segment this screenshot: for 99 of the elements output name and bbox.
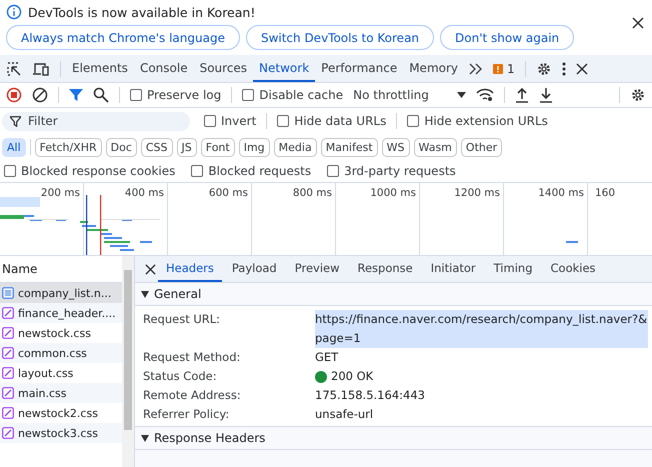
stylesheet-icon [2,347,14,359]
download-icon[interactable] [538,87,553,103]
search-icon[interactable] [93,87,109,103]
timeline-tick-label: 400 ms [124,187,164,199]
type-filter-chip[interactable]: Img [238,138,270,156]
section-title: Response Headers [154,431,266,445]
detail-tab[interactable]: Initiator [422,256,484,282]
header-name: Request Method: [143,349,242,366]
filter-option-checkbox[interactable]: Hide data URLs [277,114,386,128]
stylesheet-icon [2,307,14,319]
infobar-button[interactable]: Switch DevTools to Korean [246,25,434,50]
request-row[interactable]: common.css [0,343,122,363]
panel-tab[interactable]: Elements [66,55,134,82]
issue-icon [493,64,504,74]
column-header: Name [2,262,38,276]
header-value: 175.158.5.164:443 [315,387,426,404]
section-header[interactable]: Response Headers [135,427,652,450]
detail-tab[interactable]: Preview [286,256,348,282]
settings-icon[interactable] [536,60,552,76]
detail-tab[interactable]: Timing [486,256,540,282]
timeline-tick-label: 800 ms [292,187,332,199]
type-filter-chip[interactable]: Doc [106,138,137,156]
type-filter-chip[interactable]: CSS [140,138,173,156]
header-name: Referrer Policy: [143,406,230,423]
detail-tab[interactable]: Cookies [542,256,604,282]
header-value: https://finance.naver.com/research/company_list.naver?&page=1 [315,310,648,348]
network-conditions-icon[interactable] [476,88,494,102]
filter-option-checkbox[interactable]: Invert [204,114,256,128]
status-dot-icon [315,370,327,382]
scrollbar-thumb[interactable] [124,270,132,430]
type-filter-chip[interactable]: All [2,138,26,156]
request-row[interactable]: newstock.css [0,323,122,343]
clear-icon[interactable] [32,87,48,103]
close-icon[interactable] [576,62,588,74]
type-filter-chip[interactable]: Fetch/XHR [34,138,102,156]
close-icon[interactable] [632,17,644,29]
infobar-message: DevTools is now available in Korean! [28,4,256,20]
panel-tab[interactable]: Memory [403,55,464,82]
inspect-element-icon[interactable] [6,60,22,76]
expand-triangle-icon [141,290,149,298]
infobar-button[interactable]: Don't show again [440,25,574,50]
close-icon[interactable] [145,264,156,274]
header-value: GET [315,349,340,366]
timeline-tick-label: 1400 ms [538,187,584,199]
document-icon [2,287,14,299]
settings-icon[interactable] [630,87,646,103]
info-icon [6,4,22,20]
blocked-filter-checkbox[interactable]: Blocked requests [191,164,312,178]
detail-tab[interactable]: Response [350,256,421,282]
timeline-tick-label: 160 [594,187,615,199]
header-value: 200 OK [331,368,374,385]
type-filter-chip[interactable]: Wasm [414,138,457,156]
infobar-button[interactable]: Always match Chrome's language [6,25,240,50]
issues-counter[interactable]: 1 [493,62,515,76]
type-filter-chip[interactable]: Manifest [320,138,378,156]
type-filter-chip[interactable]: JS [176,138,197,156]
dropdown-caret-icon [456,92,466,98]
stylesheet-icon [2,387,14,399]
timeline-tick-label: 1000 ms [370,187,416,199]
preserve-log-checkbox[interactable]: Preserve log [130,88,222,102]
throttling-dropdown[interactable]: No throttling [353,88,466,102]
blocked-filter-checkbox[interactable]: 3rd-party requests [327,164,456,178]
filter-field[interactable]: Filter [2,112,190,130]
more-options-icon[interactable] [562,62,566,76]
request-row[interactable]: company_list.n... [0,283,122,303]
expand-triangle-icon [141,434,149,442]
request-row[interactable]: finance_header.... [0,303,122,323]
header-name: Status Code: [143,368,218,385]
panel-tab[interactable]: Console [134,55,194,82]
blocked-filter-checkbox[interactable]: Blocked response cookies [4,164,176,178]
request-row[interactable]: newstock3.css [0,423,122,443]
request-row[interactable]: layout.css [0,363,122,383]
filter-option-checkbox[interactable]: Hide extension URLs [407,114,548,128]
timeline-tick-label: 1200 ms [454,187,500,199]
type-filter-chip[interactable]: Other [460,138,502,156]
request-row[interactable]: newstock2.css [0,403,122,423]
more-tabs-icon[interactable] [469,62,484,74]
type-filter-chip[interactable]: Font [200,138,235,156]
type-filter-chip[interactable]: WS [382,138,410,156]
panel-tab[interactable]: Network [253,55,316,82]
header-name: Remote Address: [143,387,242,404]
header-value: unsafe-url [315,406,374,423]
request-row[interactable]: main.css [0,383,122,403]
device-toolbar-icon[interactable] [32,60,50,76]
stylesheet-icon [2,427,14,439]
filter-icon[interactable] [69,88,83,102]
detail-tab[interactable]: Payload [224,256,285,282]
timeline-tick-label: 600 ms [208,187,248,199]
disable-cache-checkbox[interactable]: Disable cache [242,88,344,102]
panel-tab[interactable]: Sources [194,55,254,82]
stop-recording-icon[interactable] [6,87,22,103]
filter-icon [10,116,21,126]
section-title: General [154,287,202,301]
timeline-tick-label: 200 ms [40,187,80,199]
panel-tab[interactable]: Performance [315,55,404,82]
type-filter-chip[interactable]: Media [274,138,317,156]
issues-count: 1 [507,62,515,76]
header-name: Request URL: [143,311,222,328]
upload-icon[interactable] [514,87,529,103]
